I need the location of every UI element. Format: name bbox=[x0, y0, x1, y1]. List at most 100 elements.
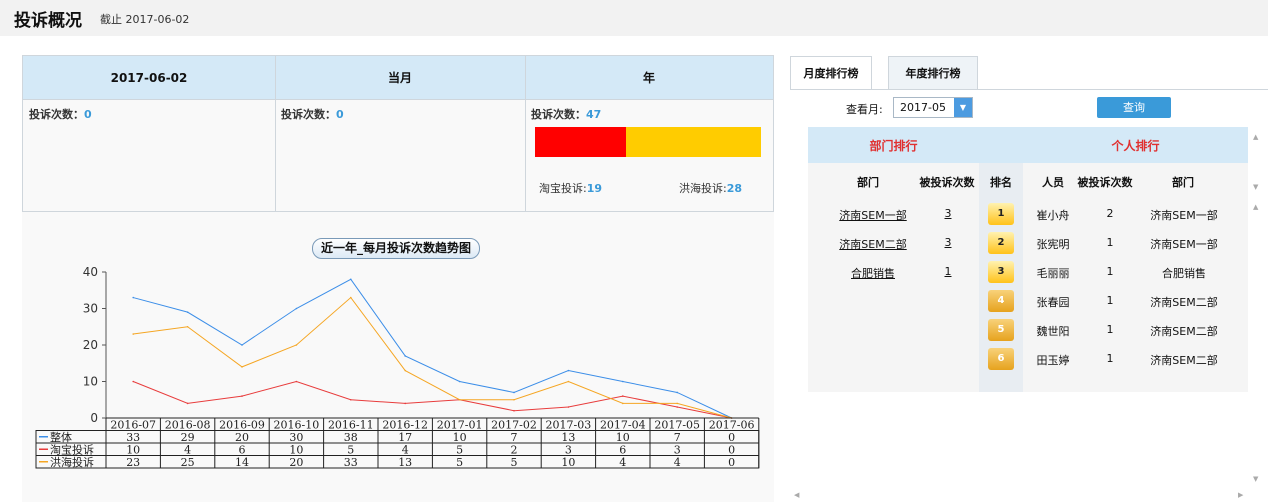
series-point bbox=[241, 395, 243, 397]
data-table-value: 13 bbox=[561, 431, 575, 444]
series-point bbox=[132, 296, 134, 299]
vertical-scrollbar[interactable]: ▲ ▼ ▲ ▼ bbox=[1250, 127, 1264, 487]
page: 投诉概况 截止 2017-06-02 2017-06-02 当月 年 投诉次数：… bbox=[0, 0, 1268, 504]
bar-segment-taobao bbox=[535, 127, 627, 157]
dept-count-link[interactable]: 3 bbox=[928, 236, 968, 249]
series-point bbox=[513, 398, 515, 401]
scroll-down-icon[interactable]: ▼ bbox=[1253, 183, 1258, 191]
summary-head-today: 2017-06-02 bbox=[23, 56, 275, 100]
scroll-up-icon[interactable]: ▲ bbox=[1253, 203, 1258, 211]
data-table-value: 3 bbox=[674, 444, 681, 457]
col-rank: 排名 bbox=[990, 176, 1012, 189]
taobao-label: 淘宝投诉: bbox=[539, 182, 587, 195]
series-point bbox=[295, 380, 298, 383]
summary-head-year: 年 bbox=[525, 56, 773, 100]
count-value: 47 bbox=[586, 108, 602, 121]
dept-name-link[interactable]: 济南SEM二部 bbox=[828, 236, 918, 252]
bar-segment-honghai bbox=[626, 127, 761, 157]
data-table-value: 0 bbox=[728, 431, 735, 444]
data-table-value: 38 bbox=[344, 431, 358, 444]
y-tick-label: 20 bbox=[83, 338, 98, 352]
data-table-value: 6 bbox=[619, 444, 626, 457]
scroll-right-icon[interactable]: ▶ bbox=[1238, 491, 1243, 499]
data-table-value: 33 bbox=[126, 431, 140, 444]
person-count: 1 bbox=[1106, 265, 1114, 278]
count-line: 投诉次数：0 bbox=[29, 106, 92, 122]
year-breakdown-bar bbox=[535, 127, 761, 157]
honghai-value: 28 bbox=[726, 182, 743, 195]
dept-count-link[interactable]: 1 bbox=[928, 265, 968, 278]
data-table-value: 4 bbox=[402, 444, 409, 457]
summary-cell-year: 投诉次数：47 淘宝投诉:19 洪海投诉:28 bbox=[525, 100, 773, 212]
person-count: 1 bbox=[1106, 352, 1114, 365]
data-table-value: 13 bbox=[398, 456, 412, 469]
series-point bbox=[404, 355, 407, 357]
dept-name-link[interactable]: 济南SEM一部 bbox=[828, 207, 918, 223]
rank-badge: 1 bbox=[988, 203, 1014, 225]
scroll-left-icon[interactable]: ◀ bbox=[794, 491, 799, 499]
col-person-count: 被投诉次数 bbox=[1077, 176, 1133, 189]
data-table-value: 33 bbox=[344, 456, 358, 469]
trend-chart-area: 近一年_每月投诉次数趋势图 0 10 20 30 40 2016-07 2016-08 201… bbox=[22, 225, 774, 502]
tab-yearly-ranking[interactable]: 年度排行榜 bbox=[888, 56, 978, 89]
person-count: 1 bbox=[1106, 294, 1114, 307]
scroll-down-icon[interactable]: ▼ bbox=[1253, 475, 1258, 483]
chevron-down-icon[interactable]: ▼ bbox=[954, 98, 972, 117]
series-point bbox=[458, 398, 461, 401]
person-name: 崔小舟 bbox=[1036, 209, 1070, 222]
data-table-value: 5 bbox=[511, 456, 518, 469]
x-tick-label: 2017-01 bbox=[437, 419, 483, 432]
person-count: 1 bbox=[1106, 323, 1114, 336]
data-table-value: 5 bbox=[456, 456, 463, 469]
person-name: 田玉婷 bbox=[1036, 354, 1070, 367]
series-point bbox=[132, 380, 134, 383]
legend-label: 洪海投诉 bbox=[50, 455, 94, 469]
series-line-1 bbox=[133, 380, 732, 419]
scroll-up-icon[interactable]: ▲ bbox=[1253, 133, 1258, 141]
series-point bbox=[458, 380, 461, 383]
summary-cell-month: 投诉次数：0 bbox=[275, 100, 525, 212]
person-name: 张春园 bbox=[1036, 296, 1070, 309]
series-point bbox=[350, 398, 352, 401]
series-point bbox=[186, 402, 189, 405]
ranking-table: 部门排行 个人排行 部门 被投诉次数 排名 人员 被投诉次数 部门 济南SEM一… bbox=[808, 127, 1248, 392]
y-tick-label: 0 bbox=[90, 411, 98, 425]
data-table-value: 20 bbox=[235, 431, 249, 444]
series-point bbox=[404, 369, 407, 372]
horizontal-scrollbar[interactable]: ◀ ▶ bbox=[790, 489, 1250, 503]
rank-badge: 3 bbox=[988, 261, 1014, 283]
rank-badge: 5 bbox=[988, 319, 1014, 341]
data-table-value: 10 bbox=[616, 431, 630, 444]
y-tick-label: 10 bbox=[83, 375, 98, 389]
y-tick-label: 30 bbox=[83, 302, 98, 316]
taobao-value: 19 bbox=[586, 182, 603, 195]
x-tick-label: 2017-02 bbox=[491, 419, 537, 432]
tab-monthly-ranking[interactable]: 月度排行榜 bbox=[790, 56, 872, 89]
count-label: 投诉次数： bbox=[531, 108, 586, 121]
series-point bbox=[350, 278, 352, 281]
data-table-value: 4 bbox=[184, 444, 191, 457]
y-tick-label: 40 bbox=[83, 265, 98, 279]
person-count: 1 bbox=[1106, 236, 1114, 249]
x-tick-label: 2017-03 bbox=[546, 419, 592, 432]
data-table-value: 25 bbox=[181, 456, 195, 469]
data-table-value: 7 bbox=[674, 431, 681, 444]
x-tick-label: 2016-10 bbox=[274, 419, 320, 432]
series-point bbox=[186, 325, 189, 328]
dept-count-link[interactable]: 3 bbox=[928, 207, 968, 220]
data-table-value: 23 bbox=[126, 456, 140, 469]
count-line: 投诉次数：47 bbox=[531, 106, 601, 122]
legend-label: 整体 bbox=[50, 430, 72, 444]
month-select[interactable]: 2017-05 ▼ bbox=[893, 97, 973, 118]
query-button[interactable]: 查询 bbox=[1097, 97, 1171, 118]
series-point bbox=[567, 380, 570, 383]
month-select-value: 2017-05 bbox=[900, 101, 946, 114]
series-point bbox=[567, 406, 570, 408]
person-name: 魏世阳 bbox=[1036, 325, 1070, 338]
person-dept: 济南SEM一部 bbox=[1150, 238, 1218, 251]
series-point bbox=[241, 366, 243, 368]
data-table-value: 4 bbox=[619, 456, 626, 469]
dept-name-link[interactable]: 合肥销售 bbox=[828, 265, 918, 281]
person-dept: 济南SEM一部 bbox=[1150, 209, 1218, 222]
rank-header-spacer bbox=[979, 127, 1023, 163]
